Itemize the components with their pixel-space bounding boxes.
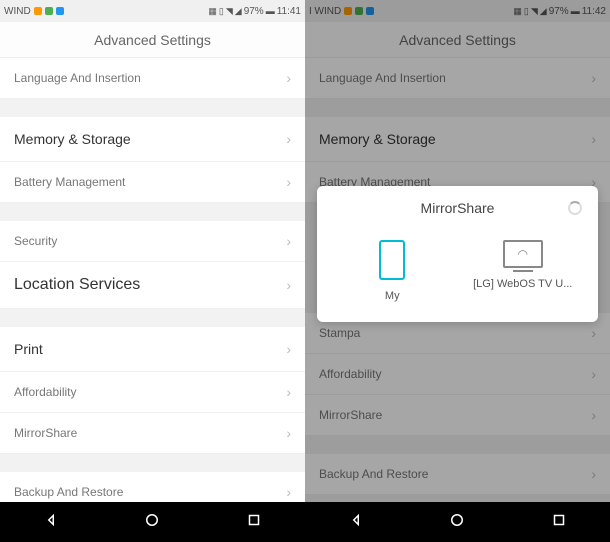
dialog-title: MirrorShare (421, 200, 495, 216)
device-label: [LG] WebOS TV U... (473, 278, 573, 290)
battery-pct: 97% (549, 6, 569, 17)
device-my-phone[interactable]: My (342, 240, 442, 302)
row-print[interactable]: Print› (0, 327, 305, 372)
status-bar: I WIND ▦ ▯ ◥ ◢ 97% ▬ 11:42 (305, 0, 610, 22)
tv-icon: ◠ (503, 240, 543, 268)
chevron-right-icon: › (591, 131, 596, 147)
row-battery[interactable]: Battery Management› (0, 162, 305, 203)
row-language[interactable]: Language And Insertion› (305, 58, 610, 99)
notif-icon (56, 7, 64, 15)
notif-icon (366, 7, 374, 15)
signal-icon: ◢ (540, 6, 547, 17)
row-mirrorshare[interactable]: MirrorShare› (305, 395, 610, 436)
row-mirrorshare[interactable]: MirrorShare› (0, 413, 305, 454)
row-affordability[interactable]: Affordability› (305, 354, 610, 395)
device-lg-tv[interactable]: ◠ [LG] WebOS TV U... (473, 240, 573, 302)
wifi-icon: ◥ (531, 6, 538, 17)
whatsapp-icon (45, 7, 53, 15)
notif-icon (34, 7, 42, 15)
clock: 11:42 (582, 6, 606, 17)
row-memory[interactable]: Memory & Storage› (0, 117, 305, 162)
row-affordability[interactable]: Affordability› (0, 372, 305, 413)
home-button[interactable] (143, 511, 161, 534)
clock: 11:41 (277, 6, 301, 17)
row-language[interactable]: Language And Insertion› (0, 58, 305, 99)
signal-icon: ◢ (235, 6, 242, 17)
chevron-right-icon: › (591, 325, 596, 341)
chevron-right-icon: › (286, 484, 291, 500)
chevron-right-icon: › (286, 233, 291, 249)
row-backup[interactable]: Backup And Restore› (0, 472, 305, 502)
row-security[interactable]: Security› (0, 221, 305, 262)
row-location[interactable]: Location Services› (0, 262, 305, 309)
mirrorshare-dialog: MirrorShare My ◠ [LG] WebOS TV U... (317, 186, 598, 322)
chevron-right-icon: › (591, 366, 596, 382)
page-title: Advanced Settings (0, 22, 305, 58)
row-backup[interactable]: Backup And Restore› (305, 454, 610, 495)
back-button[interactable] (347, 511, 365, 534)
nfc-icon: ▦ (208, 6, 217, 17)
nfc-icon: ▦ (513, 6, 522, 17)
carrier-label: WIND (4, 6, 31, 17)
device-label: My (342, 290, 442, 302)
row-memory[interactable]: Memory & Storage› (305, 117, 610, 162)
battery-icon: ▬ (266, 6, 275, 16)
chevron-right-icon: › (286, 341, 291, 357)
vibrate-icon: ▯ (219, 6, 224, 17)
carrier-label: I WIND (309, 6, 341, 17)
recents-button[interactable] (550, 511, 568, 534)
nav-bar (305, 502, 610, 542)
wifi-icon: ◠ (518, 247, 528, 261)
chevron-right-icon: › (591, 407, 596, 423)
vibrate-icon: ▯ (524, 6, 529, 17)
page-title: Advanced Settings (305, 22, 610, 58)
whatsapp-icon (355, 7, 363, 15)
back-button[interactable] (42, 511, 60, 534)
chevron-right-icon: › (591, 70, 596, 86)
nav-bar (0, 502, 305, 542)
right-screen: I WIND ▦ ▯ ◥ ◢ 97% ▬ 11:42 Advanced Sett… (305, 0, 610, 542)
chevron-right-icon: › (286, 174, 291, 190)
settings-list: Language And Insertion› Memory & Storage… (0, 58, 305, 502)
battery-pct: 97% (244, 6, 264, 17)
chevron-right-icon: › (286, 70, 291, 86)
status-bar: WIND ▦ ▯ ◥ ◢ 97% ▬ 11:41 (0, 0, 305, 22)
battery-icon: ▬ (571, 6, 580, 16)
left-screen: WIND ▦ ▯ ◥ ◢ 97% ▬ 11:41 Advanced Settin… (0, 0, 305, 542)
loading-spinner-icon (568, 201, 582, 215)
chevron-right-icon: › (286, 384, 291, 400)
chevron-right-icon: › (286, 425, 291, 441)
phone-icon (379, 240, 405, 280)
home-button[interactable] (448, 511, 466, 534)
chevron-right-icon: › (286, 277, 291, 293)
wifi-icon: ◥ (226, 6, 233, 17)
chevron-right-icon: › (591, 466, 596, 482)
notif-icon (344, 7, 352, 15)
chevron-right-icon: › (286, 131, 291, 147)
recents-button[interactable] (245, 511, 263, 534)
